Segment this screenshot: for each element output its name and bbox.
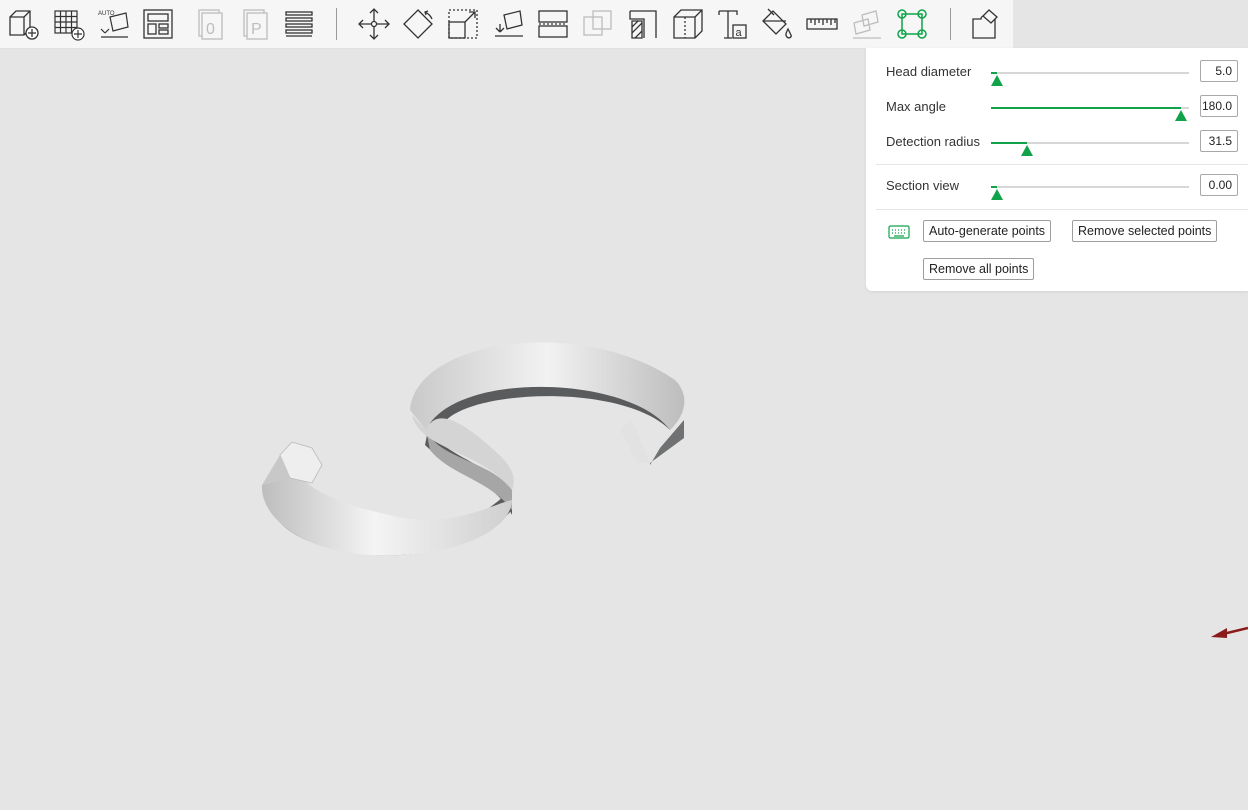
head-diameter-input[interactable]: 5.0: [1200, 60, 1238, 82]
svg-text:0: 0: [206, 21, 215, 38]
detection-radius-slider-thumb[interactable]: [1020, 145, 1033, 156]
toolbar: AUTO 0 P a: [0, 0, 1013, 49]
section-view-slider-thumb[interactable]: [990, 189, 1003, 200]
brim-ears-panel: Head diameter 5.0 Max angle 180.0 Detect…: [866, 48, 1248, 291]
keyboard-icon[interactable]: [888, 224, 910, 240]
detection-radius-input[interactable]: 31.5: [1200, 130, 1238, 152]
svg-text:a: a: [736, 27, 743, 39]
s-hook-model[interactable]: [250, 320, 700, 580]
svg-text:P: P: [251, 21, 262, 38]
max-angle-input[interactable]: 180.0: [1200, 95, 1238, 117]
panel-divider: [876, 209, 1248, 210]
max-angle-slider[interactable]: [991, 107, 1189, 121]
section-view-row: Section view 0.00: [886, 172, 1238, 202]
panel-divider: [876, 164, 1248, 165]
max-angle-row: Max angle 180.0: [886, 93, 1238, 123]
detection-radius-slider[interactable]: [991, 142, 1189, 156]
assembly-icon[interactable]: [847, 4, 887, 44]
add-object-icon[interactable]: [4, 4, 44, 44]
scale-icon[interactable]: [443, 4, 483, 44]
head-diameter-slider-thumb[interactable]: [990, 75, 1003, 86]
lay-on-face-icon[interactable]: [489, 4, 529, 44]
seam-paint-icon[interactable]: [668, 4, 708, 44]
head-diameter-label: Head diameter: [886, 64, 972, 79]
detection-radius-row: Detection radius 31.5: [886, 128, 1238, 158]
brim-ears-icon[interactable]: [892, 4, 932, 44]
plate-p-icon[interactable]: P: [235, 4, 275, 44]
head-diameter-slider[interactable]: [990, 72, 1189, 86]
rotate-icon[interactable]: [398, 4, 438, 44]
section-view-input[interactable]: 0.00: [1200, 174, 1238, 196]
max-angle-slider-thumb[interactable]: [1175, 110, 1188, 121]
section-view-label: Section view: [886, 178, 959, 193]
move-icon[interactable]: [354, 4, 394, 44]
detection-radius-label: Detection radius: [886, 134, 980, 149]
add-plate-icon[interactable]: [49, 4, 89, 44]
add-plate-copy-icon[interactable]: 0: [190, 4, 230, 44]
auto-generate-points-button[interactable]: Auto-generate points: [923, 220, 1052, 242]
section-view-slider[interactable]: [990, 186, 1189, 200]
x-axis-arrow-icon: [1211, 626, 1248, 638]
color-paint-icon[interactable]: [757, 4, 797, 44]
head-diameter-row: Head diameter 5.0: [886, 58, 1238, 88]
boolean-icon[interactable]: [578, 4, 618, 44]
max-angle-label: Max angle: [886, 99, 946, 114]
remove-all-points-button[interactable]: Remove all points: [923, 258, 1035, 280]
auto-orient-icon[interactable]: AUTO: [94, 4, 134, 44]
arrange-icon[interactable]: [138, 4, 178, 44]
split-to-parts-icon[interactable]: [966, 4, 1006, 44]
support-paint-icon[interactable]: [623, 4, 663, 44]
text-icon[interactable]: a: [712, 4, 752, 44]
cut-icon[interactable]: [533, 4, 573, 44]
remove-selected-points-button[interactable]: Remove selected points: [1072, 220, 1218, 242]
toolbar-separator: [336, 8, 337, 40]
toolbar-separator: [950, 8, 951, 40]
layers-icon[interactable]: [279, 4, 319, 44]
measure-icon[interactable]: [802, 4, 842, 44]
